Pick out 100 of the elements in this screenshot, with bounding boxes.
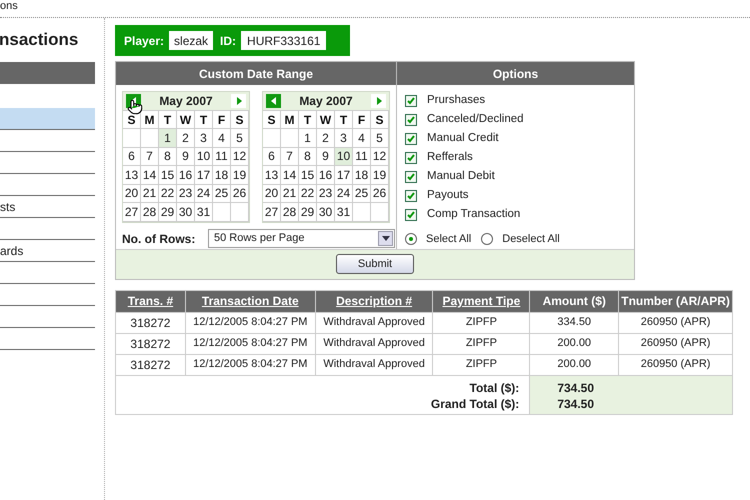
dropdown-icon[interactable] bbox=[378, 231, 393, 246]
weekday-label: T bbox=[299, 111, 317, 129]
weekday-label: F bbox=[353, 111, 371, 129]
table-cell: 318272 bbox=[116, 333, 186, 354]
calendar-day[interactable]: 23 bbox=[177, 184, 195, 203]
calendar-day[interactable]: 18 bbox=[213, 166, 231, 184]
next-month-button[interactable] bbox=[231, 94, 246, 108]
calendar-day[interactable]: 17 bbox=[195, 166, 213, 184]
checkbox[interactable] bbox=[405, 94, 417, 106]
table-cell: 200.00 bbox=[530, 354, 619, 375]
calendar-day[interactable]: 2 bbox=[317, 129, 335, 148]
total-label: Total ($): bbox=[470, 380, 520, 394]
table-cell: Withdraval Approved bbox=[315, 354, 433, 375]
radio-button[interactable] bbox=[481, 233, 494, 245]
checkbox[interactable] bbox=[405, 132, 417, 144]
calendar-day[interactable]: 2 bbox=[177, 129, 195, 148]
calendar-day[interactable]: 8 bbox=[159, 148, 177, 166]
calendar-day[interactable]: 5 bbox=[371, 129, 389, 148]
sidebar-item[interactable] bbox=[0, 108, 95, 130]
calendar-day[interactable]: 29 bbox=[159, 203, 177, 222]
calendar-day[interactable]: 11 bbox=[353, 148, 371, 166]
radio-label: Deselect All bbox=[502, 232, 560, 247]
checkbox[interactable] bbox=[405, 190, 417, 202]
calendar-day[interactable]: 14 bbox=[281, 166, 299, 184]
calendar-month: May 2007 bbox=[299, 93, 353, 110]
calendar-day[interactable]: 5 bbox=[231, 129, 249, 148]
calendar-day[interactable]: 3 bbox=[195, 129, 213, 148]
calendar-day[interactable]: 26 bbox=[371, 184, 389, 203]
player-label: Player: bbox=[124, 32, 164, 50]
calendar-day[interactable]: 16 bbox=[317, 166, 335, 184]
table-cell: 12/12/2005 8:04:27 PM bbox=[185, 354, 316, 375]
calendar-day[interactable]: 22 bbox=[299, 184, 317, 203]
calendar-day[interactable]: 28 bbox=[141, 203, 159, 222]
rows-select[interactable]: 50 Rows per Page bbox=[208, 229, 395, 248]
calendar-day[interactable]: 21 bbox=[141, 184, 159, 203]
calendar-day[interactable]: 30 bbox=[317, 203, 335, 222]
calendar-day[interactable]: 21 bbox=[281, 184, 299, 203]
checkbox[interactable] bbox=[405, 152, 417, 164]
calendar-day[interactable]: 26 bbox=[231, 184, 249, 203]
calendar-day[interactable]: 31 bbox=[335, 203, 353, 222]
calendar-day[interactable]: 23 bbox=[317, 184, 335, 203]
weekday-label: S bbox=[263, 111, 281, 129]
calendar-day[interactable]: 9 bbox=[177, 148, 195, 166]
calendar-day[interactable]: 22 bbox=[159, 184, 177, 203]
radio-button[interactable] bbox=[405, 233, 417, 245]
next-month-button[interactable] bbox=[371, 94, 386, 108]
calendar-day[interactable]: 27 bbox=[263, 203, 281, 222]
calendar-day[interactable]: 7 bbox=[281, 148, 299, 166]
calendar-day[interactable]: 6 bbox=[123, 148, 141, 166]
calendar-day[interactable]: 20 bbox=[263, 184, 281, 203]
submit-button[interactable]: Submit bbox=[336, 254, 414, 274]
weekday-label: S bbox=[371, 111, 389, 129]
calendar-month: May 2007 bbox=[159, 93, 213, 110]
calendar-day[interactable]: 14 bbox=[141, 166, 159, 184]
table-cell: ZIPFP bbox=[432, 333, 530, 354]
option-label: Comp Transaction bbox=[427, 206, 520, 222]
calendar-day[interactable]: 15 bbox=[159, 166, 177, 184]
calendar-day[interactable]: 24 bbox=[335, 184, 353, 203]
panel-header: Options bbox=[397, 62, 634, 85]
calendar-day[interactable]: 16 bbox=[177, 166, 195, 184]
checkbox[interactable] bbox=[405, 208, 417, 220]
calendar-day[interactable]: 13 bbox=[263, 166, 281, 184]
calendar-day[interactable]: 12 bbox=[371, 148, 389, 166]
calendar-day[interactable]: 10 bbox=[195, 148, 213, 166]
calendar-day[interactable]: 25 bbox=[213, 184, 231, 203]
calendar-day[interactable]: 17 bbox=[335, 166, 353, 184]
calendar-day[interactable]: 6 bbox=[263, 148, 281, 166]
option-label: Prurshases bbox=[427, 92, 486, 108]
calendar-day[interactable]: 19 bbox=[231, 166, 249, 184]
checkbox[interactable] bbox=[405, 170, 417, 182]
triangle-icon bbox=[236, 97, 242, 105]
calendar-day[interactable]: 1 bbox=[299, 129, 317, 148]
calendar-day[interactable]: 1 bbox=[159, 129, 177, 148]
page-title: nsactions bbox=[0, 29, 78, 52]
calendar-day[interactable]: 19 bbox=[371, 166, 389, 184]
total-value: 734.50 bbox=[557, 380, 594, 394]
calendar-day[interactable]: 28 bbox=[281, 203, 299, 222]
calendar-day[interactable]: 8 bbox=[299, 148, 317, 166]
calendar-day[interactable]: 4 bbox=[213, 129, 231, 148]
calendar-day[interactable]: 31 bbox=[195, 203, 213, 222]
player-value: slezak bbox=[169, 31, 214, 50]
table-cell: 200.00 bbox=[530, 333, 619, 354]
column-header: Tnumber (AR/APR) bbox=[621, 294, 730, 308]
calendar-day[interactable]: 30 bbox=[177, 203, 195, 222]
calendar-day[interactable]: 18 bbox=[353, 166, 371, 184]
table-cell: 334.50 bbox=[530, 312, 619, 333]
calendar-day[interactable]: 11 bbox=[213, 148, 231, 166]
calendar-day[interactable]: 29 bbox=[299, 203, 317, 222]
calendar-day[interactable]: 7 bbox=[141, 148, 159, 166]
calendar-day[interactable]: 13 bbox=[123, 166, 141, 184]
calendar-day[interactable]: 15 bbox=[299, 166, 317, 184]
triangle-icon bbox=[270, 97, 276, 105]
calendar-day[interactable]: 4 bbox=[353, 129, 371, 148]
checkbox[interactable] bbox=[405, 114, 417, 126]
calendar-day[interactable]: 27 bbox=[123, 203, 141, 222]
calendar-day[interactable]: 25 bbox=[353, 184, 371, 203]
calendar-day[interactable]: 24 bbox=[195, 184, 213, 203]
calendar-day[interactable]: 10 bbox=[335, 148, 353, 166]
calendar-day[interactable]: 12 bbox=[231, 148, 249, 166]
calendar-day[interactable]: 20 bbox=[123, 184, 141, 203]
